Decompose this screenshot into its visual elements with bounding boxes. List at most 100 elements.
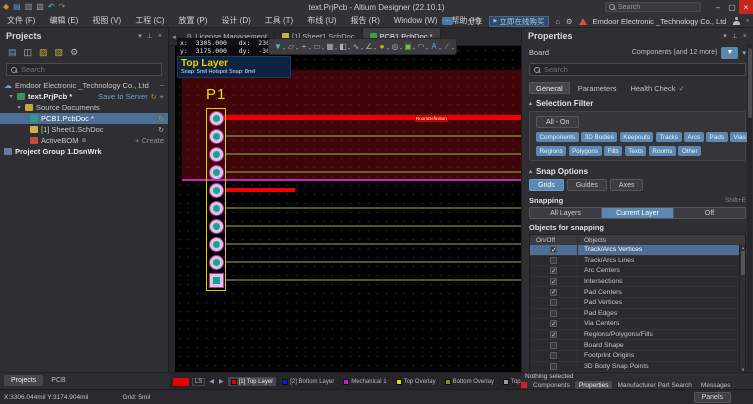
scope-all-layers[interactable]: All Layers (530, 208, 602, 218)
expand-icon[interactable]: ▾ (8, 93, 14, 100)
fill-icon[interactable]: ◧ (337, 39, 349, 54)
table-row[interactable]: Track/Arcs Vertices (530, 245, 745, 256)
checkbox[interactable] (550, 257, 557, 264)
chip-3d-bodies[interactable]: 3D Bodies (581, 132, 617, 142)
tree-source-documents-row[interactable]: ▾ Source Documents (0, 102, 168, 113)
board-icon[interactable]: ▱ (285, 39, 297, 54)
chip-pads[interactable]: Pads (706, 132, 727, 142)
refresh-icon[interactable]: ↻ (151, 93, 157, 101)
chip-other[interactable]: Other (678, 146, 701, 156)
region-icon[interactable]: ▣ (402, 39, 414, 54)
user-account-icon[interactable] (732, 17, 740, 25)
checkbox[interactable] (550, 246, 557, 253)
checkbox[interactable] (550, 289, 557, 296)
pad-3[interactable] (209, 147, 224, 162)
save-project-icon[interactable]: ▤ (8, 47, 17, 58)
properties-search-input[interactable] (544, 65, 741, 74)
line-icon[interactable]: ∕ (441, 39, 453, 54)
table-row[interactable]: 3D Body Snap Points (530, 362, 745, 373)
checkbox[interactable] (550, 310, 557, 317)
chip-keepouts[interactable]: Keepouts (620, 132, 654, 142)
arc-icon[interactable]: ◠ (415, 39, 427, 54)
chip-regions[interactable]: Regions (536, 146, 566, 156)
pad-6[interactable] (209, 201, 224, 216)
global-search-input[interactable]: Search (605, 2, 701, 12)
projects-search[interactable] (6, 63, 162, 76)
checkbox[interactable] (550, 363, 557, 370)
snap-options-header[interactable]: ▴ Snap Options (522, 162, 753, 178)
scope-current-layer[interactable]: Current Layer (602, 208, 674, 218)
properties-scrollbar[interactable] (747, 44, 752, 370)
properties-search[interactable] (529, 63, 746, 76)
chip-polygons[interactable]: Polygons (569, 146, 602, 156)
table-row[interactable]: Board Shape (530, 340, 745, 351)
layer-tab-mechanical1[interactable]: Mechanical 1 (340, 377, 389, 386)
tree-sch-doc-row[interactable]: [1] Sheet1.SchDoc ↻ (0, 124, 168, 135)
dimension-icon[interactable]: ∠ (363, 39, 375, 54)
snap-guides-button[interactable]: Guides (567, 179, 607, 191)
route-icon[interactable]: ∿ (350, 39, 362, 54)
table-row[interactable]: Via Centers (530, 319, 745, 330)
comments-icon[interactable]: ··· (442, 17, 453, 25)
workspace-name[interactable]: Emdoor Electronic _Technology Co., Ltd (593, 17, 727, 26)
tab-parameters[interactable]: Parameters (572, 82, 623, 94)
filter-icon[interactable]: ▼ (272, 39, 284, 54)
text-icon[interactable]: A (428, 39, 440, 54)
pad-9[interactable] (209, 255, 224, 270)
layer-set-button[interactable]: LS (192, 378, 205, 386)
checkbox[interactable] (550, 342, 557, 349)
via-icon[interactable]: ◎ (389, 39, 401, 54)
connection-line[interactable] (225, 153, 521, 155)
layer-tab-bottom-overlay[interactable]: Bottom Overlay (442, 377, 497, 386)
refresh-icon[interactable]: ↻ (158, 115, 164, 123)
panel-pin-icon[interactable]: ⊥ (732, 32, 738, 40)
table-row[interactable]: Footprint Origins (530, 351, 745, 362)
pad-5[interactable] (209, 183, 224, 198)
pad-1[interactable] (209, 111, 224, 126)
layer-tab-top[interactable]: [1] Top Layer (228, 377, 277, 386)
panel-menu-icon[interactable]: ▾ (138, 32, 142, 40)
pad-7[interactable] (209, 219, 224, 234)
maximize-button[interactable]: ▢ (725, 0, 739, 14)
menu-edit[interactable]: 编辑 (E) (42, 15, 85, 26)
room-region[interactable] (182, 70, 521, 181)
tree-pcb-doc-row[interactable]: PCB1.PcbDoc * ↻ (0, 113, 168, 124)
panel-close-icon[interactable]: × (158, 33, 162, 40)
home-icon[interactable]: ⌂ (555, 17, 560, 26)
workspace-collapse-icon[interactable]: − (160, 81, 164, 90)
explorer-icon[interactable]: ▧ (55, 47, 64, 58)
filter-dropdown-icon[interactable]: ▾ (742, 49, 746, 57)
share-button[interactable]: ↗ 分享 (459, 16, 482, 27)
chip-components[interactable]: Components (536, 132, 579, 142)
filter-funnel-icon[interactable]: ▼ (721, 47, 738, 59)
layer-tab-top-paste[interactable]: Top Paste (500, 377, 521, 386)
menu-project[interactable]: 工程 (C) (128, 15, 171, 26)
tab-projects[interactable]: Projects (4, 375, 43, 386)
table-row[interactable]: Track/Arcs Lines (530, 256, 745, 267)
save-icon[interactable]: ▤ (13, 2, 21, 12)
layer-scroll-left-icon[interactable]: ◀ (208, 378, 215, 385)
connection-line[interactable] (225, 243, 521, 245)
menu-place[interactable]: 放置 (P) (172, 15, 215, 26)
checkbox[interactable] (550, 278, 557, 285)
copy-icon[interactable]: ▧ (36, 2, 44, 12)
close-button[interactable]: × (739, 0, 753, 14)
settings-gear-icon[interactable]: ⚙ (566, 17, 573, 26)
menu-design[interactable]: 设计 (D) (214, 15, 257, 26)
buy-online-button[interactable]: ▶ 立即在线购买 (489, 16, 550, 27)
chip-fills[interactable]: Fills (604, 146, 622, 156)
user-dropdown-icon[interactable]: ▾ (746, 18, 749, 24)
chip-rooms[interactable]: Rooms (649, 146, 676, 156)
menu-window[interactable]: Window (W) (387, 16, 445, 25)
menu-file[interactable]: 文件 (F) (0, 15, 42, 26)
scroll-up-icon[interactable]: ▲ (740, 245, 746, 250)
open-icon[interactable]: ▥ (25, 2, 33, 12)
table-row[interactable]: Regions/Polygons/Fills (530, 330, 745, 341)
create-link[interactable]: + Create (135, 136, 164, 145)
table-scrollbar[interactable]: ▲ ▼ (739, 245, 745, 372)
save-to-server-link[interactable]: Save to Server (98, 92, 148, 101)
tab-general[interactable]: General (529, 82, 570, 94)
tab-pcb[interactable]: PCB (44, 375, 72, 386)
pad-8[interactable] (209, 237, 224, 252)
connection-line[interactable] (225, 261, 521, 263)
